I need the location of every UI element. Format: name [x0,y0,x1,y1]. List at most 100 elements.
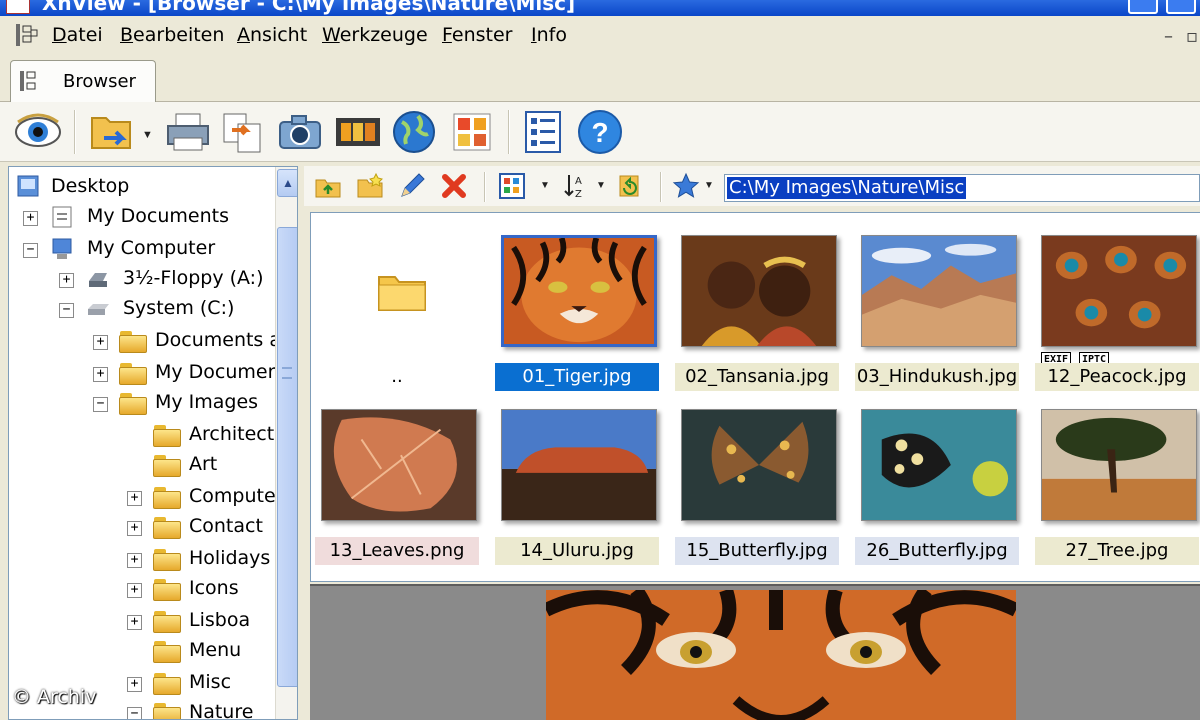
mdi-minimize-button[interactable]: – [1164,26,1173,47]
copyright-credit: © Archiv [12,686,97,708]
title-bar: XnView - [Browser - C:\My Images\Nature\… [0,0,1200,16]
thumbnail-03-hindukush[interactable]: 03_Hindukush.jpg [855,227,1023,397]
scroll-thumb[interactable] [277,227,297,687]
new-folder-icon[interactable] [356,172,384,200]
thumbnail-caption: 15_Butterfly.jpg [675,537,839,565]
thumbnail-caption: 14_Uluru.jpg [495,537,659,565]
thumbnail-27-tree[interactable]: 27_Tree.jpg [1035,401,1200,571]
scroll-up-button[interactable]: ▲ [277,169,297,197]
convert-icon[interactable] [218,108,266,156]
folder-icon [119,393,147,415]
refresh-icon[interactable] [616,172,644,200]
tree-scrollbar[interactable]: ▲ [275,167,297,719]
mdi-restore-button[interactable]: ▫ [1186,26,1198,47]
expand-toggle[interactable]: + [127,583,142,598]
menu-bearbeiten[interactable]: Bearbeiten [120,24,224,46]
folder-icon [153,673,181,695]
thumbnail-parent-folder[interactable]: .. [315,227,483,397]
sort-icon[interactable]: A Z [562,172,590,200]
batch-icon[interactable] [520,108,568,156]
toolbar-separator [74,110,76,154]
svg-text:?: ? [591,117,608,148]
favorites-dropdown-arrow[interactable]: ▼ [704,180,714,191]
menu-werkzeuge[interactable]: Werkzeuge [322,24,428,46]
folder-icon [119,331,147,353]
collapse-toggle[interactable]: − [127,707,142,719]
expand-toggle[interactable]: + [23,211,38,226]
leaves-photo [321,409,477,521]
folder-icon [119,363,147,385]
folder-icon [153,641,181,663]
uluru-photo [501,409,657,521]
computer-icon [52,238,72,259]
minimize-button[interactable] [1128,0,1158,14]
web-icon[interactable] [390,108,438,156]
thumbnail-01-tiger[interactable]: 01_Tiger.jpg [495,227,663,397]
expand-toggle[interactable]: + [127,521,142,536]
main-toolbar: ▼ ? [0,102,1200,162]
menu-bar: Datei Bearbeiten Ansicht Werkzeuge Fenst… [0,16,1200,54]
expand-toggle[interactable]: + [127,677,142,692]
rename-pencil-icon[interactable] [398,172,426,200]
scroll-grip [282,367,292,379]
menu-info[interactable]: Info [531,24,567,46]
thumbnail-02-tansania[interactable]: 02_Tansania.jpg [675,227,843,397]
camera-icon[interactable] [276,108,324,156]
expand-toggle[interactable]: + [127,491,142,506]
address-bar[interactable]: C:\My Images\Nature\Misc [724,174,1200,202]
menu-datei[interactable]: Datei [52,24,103,46]
expand-toggle[interactable]: + [127,615,142,630]
floppy-icon [89,273,107,287]
thumbnail-15-butterfly[interactable]: 15_Butterfly.jpg [675,401,843,571]
expand-toggle[interactable]: + [93,335,108,350]
folder-icon [153,455,181,477]
slideshow-icon[interactable] [334,108,382,156]
xnview-app-icon [6,0,30,14]
collapse-toggle[interactable]: − [59,303,74,318]
tab-browser[interactable]: Browser [10,60,156,103]
expand-toggle[interactable]: + [93,367,108,382]
thumbnail-caption: 27_Tree.jpg [1035,537,1199,565]
folder-icon [153,425,181,447]
svg-text:A: A [575,176,582,187]
collapse-toggle[interactable]: − [93,397,108,412]
folder-icon [153,549,181,571]
thumbnail-14-uluru[interactable]: 14_Uluru.jpg [495,401,663,571]
menu-fenster[interactable]: Fenster [442,24,512,46]
desktop-icon [17,175,39,197]
open-dropdown-arrow[interactable]: ▼ [142,129,153,141]
butterfly-photo-2 [861,409,1017,521]
parent-folder-icon[interactable] [314,172,342,200]
menu-ansicht[interactable]: Ansicht [237,24,307,46]
butterfly-photo-1 [681,409,837,521]
thumbnail-caption: 12_Peacock.jpg [1035,363,1199,391]
menu-grip-icon [16,24,38,46]
sort-dropdown-arrow[interactable]: ▼ [596,180,606,191]
browser-toolbar: ▼ A Z ▼ ▼ C:\My Images\Nature\Misc [304,166,1200,206]
tab-strip: Browser [0,54,1200,103]
view-mode-icon[interactable] [498,172,526,200]
print-icon[interactable] [164,108,212,156]
folder-tree: Desktop + My Documents − My Computer + 3… [8,166,298,720]
maximize-button[interactable] [1166,0,1196,14]
drive-icon [88,304,109,315]
window-title: XnView - [Browser - C:\My Images\Nature\… [42,0,576,15]
thumbnail-grid: .. 01_Tiger.jpg 02_Tansania.jpg 03_Hindu… [310,212,1200,582]
thumbnail-12-peacock[interactable]: EXIF IPTC 12_Peacock.jpg [1035,227,1200,397]
view-mode-dropdown-arrow[interactable]: ▼ [540,180,550,191]
delete-icon[interactable] [440,172,468,200]
view-icon[interactable] [14,108,62,156]
thumbnail-13-leaves[interactable]: 13_Leaves.png [315,401,483,571]
open-folder-icon[interactable] [88,108,136,156]
help-icon[interactable]: ? [576,108,624,156]
toolbar-separator [484,172,486,202]
thumbnail-caption: 01_Tiger.jpg [495,363,659,391]
expand-toggle[interactable]: + [127,553,142,568]
thumbnail-26-butterfly[interactable]: 26_Butterfly.jpg [855,401,1023,571]
address-path-text: C:\My Images\Nature\Misc [727,177,967,199]
favorites-star-icon[interactable] [672,172,700,200]
collapse-toggle[interactable]: − [23,243,38,258]
expand-toggle[interactable]: + [59,273,74,288]
contact-sheet-icon[interactable] [448,108,496,156]
thumbnail-caption: 13_Leaves.png [315,537,479,565]
